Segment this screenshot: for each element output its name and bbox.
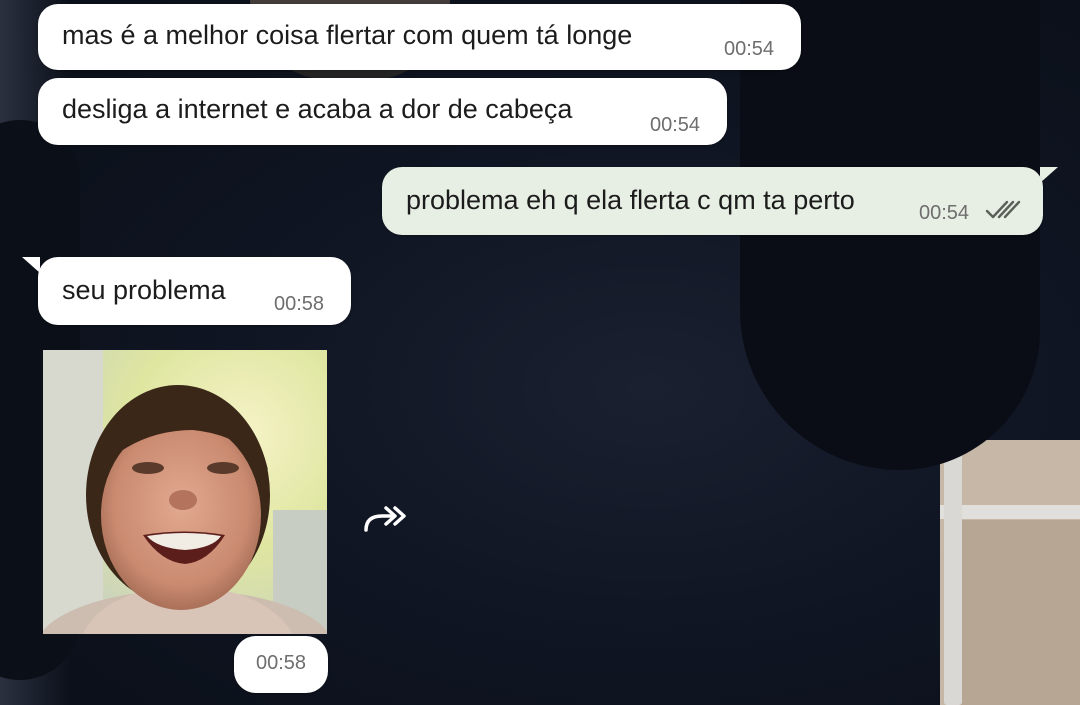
image-message[interactable] — [43, 350, 327, 634]
message-time: 00:54 — [724, 38, 775, 60]
message-time: 00:54 — [650, 114, 701, 136]
message-text: seu problema — [62, 275, 226, 305]
image-message-time: 00:58 — [234, 636, 328, 693]
message-time: 00:54 — [919, 202, 970, 224]
photo-thumbnail — [43, 350, 327, 634]
forward-icon[interactable] — [362, 500, 410, 536]
incoming-message[interactable]: mas é a melhor coisa flertar com quem tá… — [38, 4, 801, 70]
read-double-check-icon — [985, 200, 1021, 219]
message-text: mas é a melhor coisa flertar com quem tá… — [62, 20, 633, 50]
message-text: problema eh q ela flerta c qm ta perto — [406, 185, 855, 215]
bubble-tail — [22, 257, 40, 273]
message-time: 00:58 — [274, 293, 325, 315]
message-text: desliga a internet e acaba a dor de cabe… — [62, 94, 573, 124]
outgoing-message[interactable]: problema eh q ela flerta c qm ta perto 0… — [382, 167, 1043, 235]
incoming-message[interactable]: desliga a internet e acaba a dor de cabe… — [38, 78, 727, 145]
incoming-message[interactable]: seu problema 00:58 — [38, 257, 351, 325]
bubble-tail — [1040, 167, 1058, 183]
message-time: 00:58 — [255, 652, 307, 674]
